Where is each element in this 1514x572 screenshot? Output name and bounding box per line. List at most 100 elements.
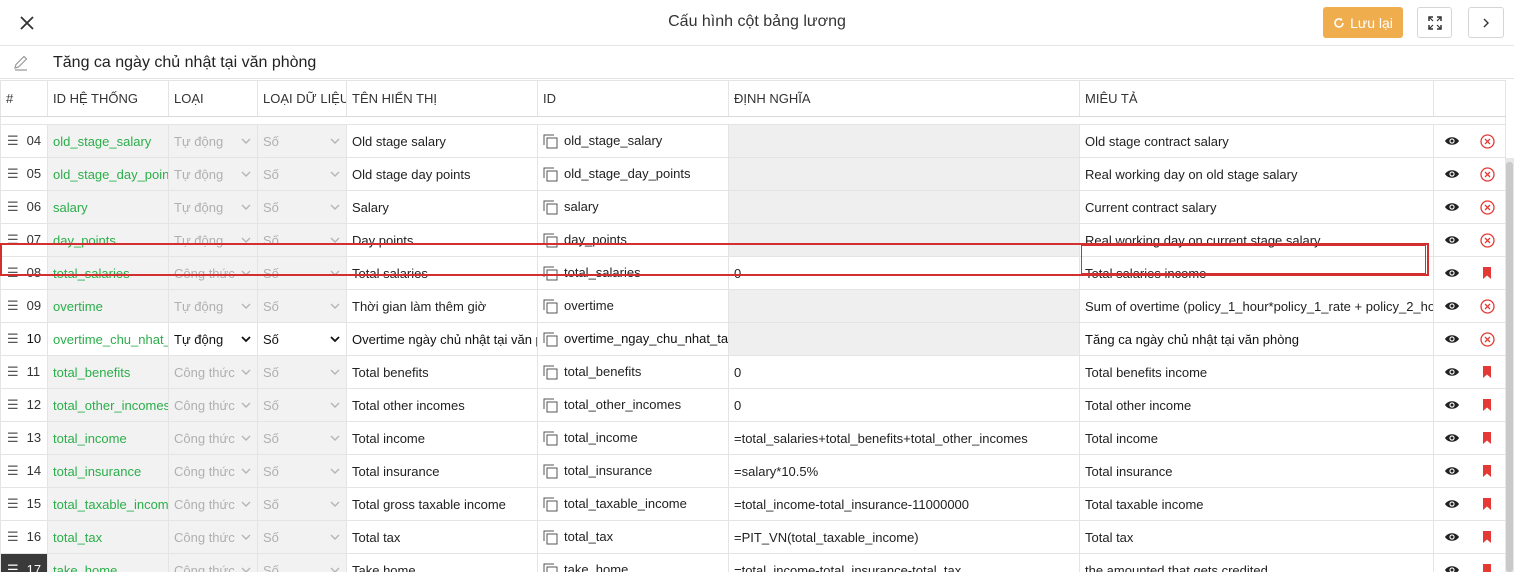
- eye-icon[interactable]: [1444, 166, 1460, 182]
- table-row[interactable]: ☰ 09 overtime Tự động Số Thời gian làm thêm g…: [0, 289, 1506, 323]
- type-select[interactable]: Tự động: [168, 124, 258, 158]
- row-number-cell[interactable]: ☰ 13: [0, 421, 48, 455]
- drag-handle-icon[interactable]: ☰: [7, 199, 19, 214]
- eye-icon[interactable]: [1444, 529, 1460, 545]
- table-row[interactable]: ☰ 15 total_taxable_income Công thức Số Total …: [0, 487, 1506, 521]
- id-cell[interactable]: day_points: [537, 223, 729, 257]
- display-name-input[interactable]: Old stage salary: [346, 124, 538, 158]
- row-number-cell[interactable]: ☰ 17: [0, 553, 48, 572]
- id-cell[interactable]: old_stage_day_points: [537, 157, 729, 191]
- drag-handle-icon[interactable]: ☰: [7, 232, 19, 247]
- drag-handle-icon[interactable]: ☰: [7, 331, 19, 346]
- definition-input[interactable]: =total_income-total_insurance-11000000: [728, 487, 1080, 521]
- data-type-select[interactable]: Số: [257, 289, 347, 323]
- drag-handle-icon[interactable]: ☰: [7, 496, 19, 511]
- definition-input[interactable]: =total_income-total_insurance-total_tax: [728, 553, 1080, 572]
- data-type-select[interactable]: Số: [257, 124, 347, 158]
- definition-input[interactable]: [728, 157, 1080, 191]
- delete-circle-icon[interactable]: [1479, 166, 1495, 182]
- type-select[interactable]: Tự động: [168, 157, 258, 191]
- description-input[interactable]: Real working day on current stage salary: [1079, 223, 1434, 257]
- definition-input[interactable]: 0: [728, 256, 1080, 290]
- description-input[interactable]: Total insurance: [1079, 454, 1434, 488]
- bookmark-icon[interactable]: [1479, 430, 1495, 446]
- data-type-select[interactable]: Số: [257, 355, 347, 389]
- data-type-select[interactable]: Số: [257, 388, 347, 422]
- delete-circle-icon[interactable]: [1479, 232, 1495, 248]
- delete-circle-icon[interactable]: [1479, 298, 1495, 314]
- drag-handle-icon[interactable]: ☰: [7, 133, 19, 148]
- table-row[interactable]: ☰ 10 overtime_chu_nhat_van_phong Tự động Số O…: [0, 322, 1506, 356]
- definition-input[interactable]: [728, 190, 1080, 224]
- eye-icon[interactable]: [1444, 364, 1460, 380]
- bookmark-icon[interactable]: [1479, 496, 1495, 512]
- eye-icon[interactable]: [1444, 397, 1460, 413]
- drag-handle-icon[interactable]: ☰: [7, 166, 19, 181]
- copy-icon[interactable]: [543, 266, 558, 281]
- bookmark-icon[interactable]: [1479, 463, 1495, 479]
- type-select[interactable]: Tự động: [168, 190, 258, 224]
- row-number-cell[interactable]: ☰ 10: [0, 322, 48, 356]
- display-name-input[interactable]: Salary: [346, 190, 538, 224]
- eye-icon[interactable]: [1444, 331, 1460, 347]
- table-row[interactable]: ☰ 13 total_income Công thức Số Total income to…: [0, 421, 1506, 455]
- eye-icon[interactable]: [1444, 199, 1460, 215]
- display-name-input[interactable]: Take home: [346, 553, 538, 572]
- drag-handle-icon[interactable]: ☰: [7, 463, 19, 478]
- eye-icon[interactable]: [1444, 562, 1460, 572]
- description-input[interactable]: Sum of overtime (policy_1_hour*policy_1_…: [1079, 289, 1434, 323]
- definition-input[interactable]: [728, 124, 1080, 158]
- display-name-input[interactable]: Total gross taxable income: [346, 487, 538, 521]
- copy-icon[interactable]: [543, 332, 558, 347]
- id-cell[interactable]: take_home: [537, 553, 729, 572]
- bookmark-icon[interactable]: [1479, 265, 1495, 281]
- type-select[interactable]: Công thức: [168, 520, 258, 554]
- id-cell[interactable]: old_stage_salary: [537, 124, 729, 158]
- type-select[interactable]: Công thức: [168, 421, 258, 455]
- drag-handle-icon[interactable]: ☰: [7, 562, 19, 572]
- next-button[interactable]: [1468, 7, 1504, 38]
- definition-input[interactable]: =total_salaries+total_benefits+total_oth…: [728, 421, 1080, 455]
- definition-input[interactable]: 0: [728, 388, 1080, 422]
- drag-handle-icon[interactable]: ☰: [7, 529, 19, 544]
- copy-icon[interactable]: [543, 233, 558, 248]
- table-row[interactable]: ☰ 11 total_benefits Công thức Số Total benefi…: [0, 355, 1506, 389]
- description-input[interactable]: Old stage contract salary: [1079, 124, 1434, 158]
- data-type-select[interactable]: Số: [257, 256, 347, 290]
- row-number-cell[interactable]: ☰ 09: [0, 289, 48, 323]
- row-number-cell[interactable]: ☰ 14: [0, 454, 48, 488]
- drag-handle-icon[interactable]: ☰: [7, 397, 19, 412]
- description-input[interactable]: Total income: [1079, 421, 1434, 455]
- row-number-cell[interactable]: ☰ 08: [0, 256, 48, 290]
- table-row[interactable]: ☰ 16 total_tax Công thức Số Total tax total_ta…: [0, 520, 1506, 554]
- type-select[interactable]: Tự động: [168, 289, 258, 323]
- row-number-cell[interactable]: ☰ 16: [0, 520, 48, 554]
- data-type-select[interactable]: Số: [257, 520, 347, 554]
- type-select[interactable]: Công thức: [168, 256, 258, 290]
- display-name-input[interactable]: Total insurance: [346, 454, 538, 488]
- data-type-select[interactable]: Số: [257, 454, 347, 488]
- bookmark-icon[interactable]: [1479, 529, 1495, 545]
- definition-input[interactable]: 0: [728, 355, 1080, 389]
- id-cell[interactable]: total_salaries: [537, 256, 729, 290]
- type-select[interactable]: Công thức: [168, 388, 258, 422]
- drag-handle-icon[interactable]: ☰: [7, 298, 19, 313]
- data-type-select[interactable]: Số: [257, 322, 347, 356]
- copy-icon[interactable]: [543, 530, 558, 545]
- id-cell[interactable]: total_taxable_income: [537, 487, 729, 521]
- display-name-input[interactable]: Overtime ngày chủ nhật tại văn phòng: [346, 322, 538, 356]
- delete-circle-icon[interactable]: [1479, 133, 1495, 149]
- copy-icon[interactable]: [543, 464, 558, 479]
- bookmark-icon[interactable]: [1479, 562, 1495, 572]
- id-cell[interactable]: total_insurance: [537, 454, 729, 488]
- id-cell[interactable]: total_tax: [537, 520, 729, 554]
- display-name-input[interactable]: Total other incomes: [346, 388, 538, 422]
- row-number-cell[interactable]: ☰ 05: [0, 157, 48, 191]
- row-number-cell[interactable]: ☰ 11: [0, 355, 48, 389]
- eye-icon[interactable]: [1444, 265, 1460, 281]
- id-cell[interactable]: salary: [537, 190, 729, 224]
- definition-input[interactable]: [728, 289, 1080, 323]
- id-cell[interactable]: total_income: [537, 421, 729, 455]
- description-input[interactable]: Total taxable income: [1079, 487, 1434, 521]
- data-type-select[interactable]: Số: [257, 157, 347, 191]
